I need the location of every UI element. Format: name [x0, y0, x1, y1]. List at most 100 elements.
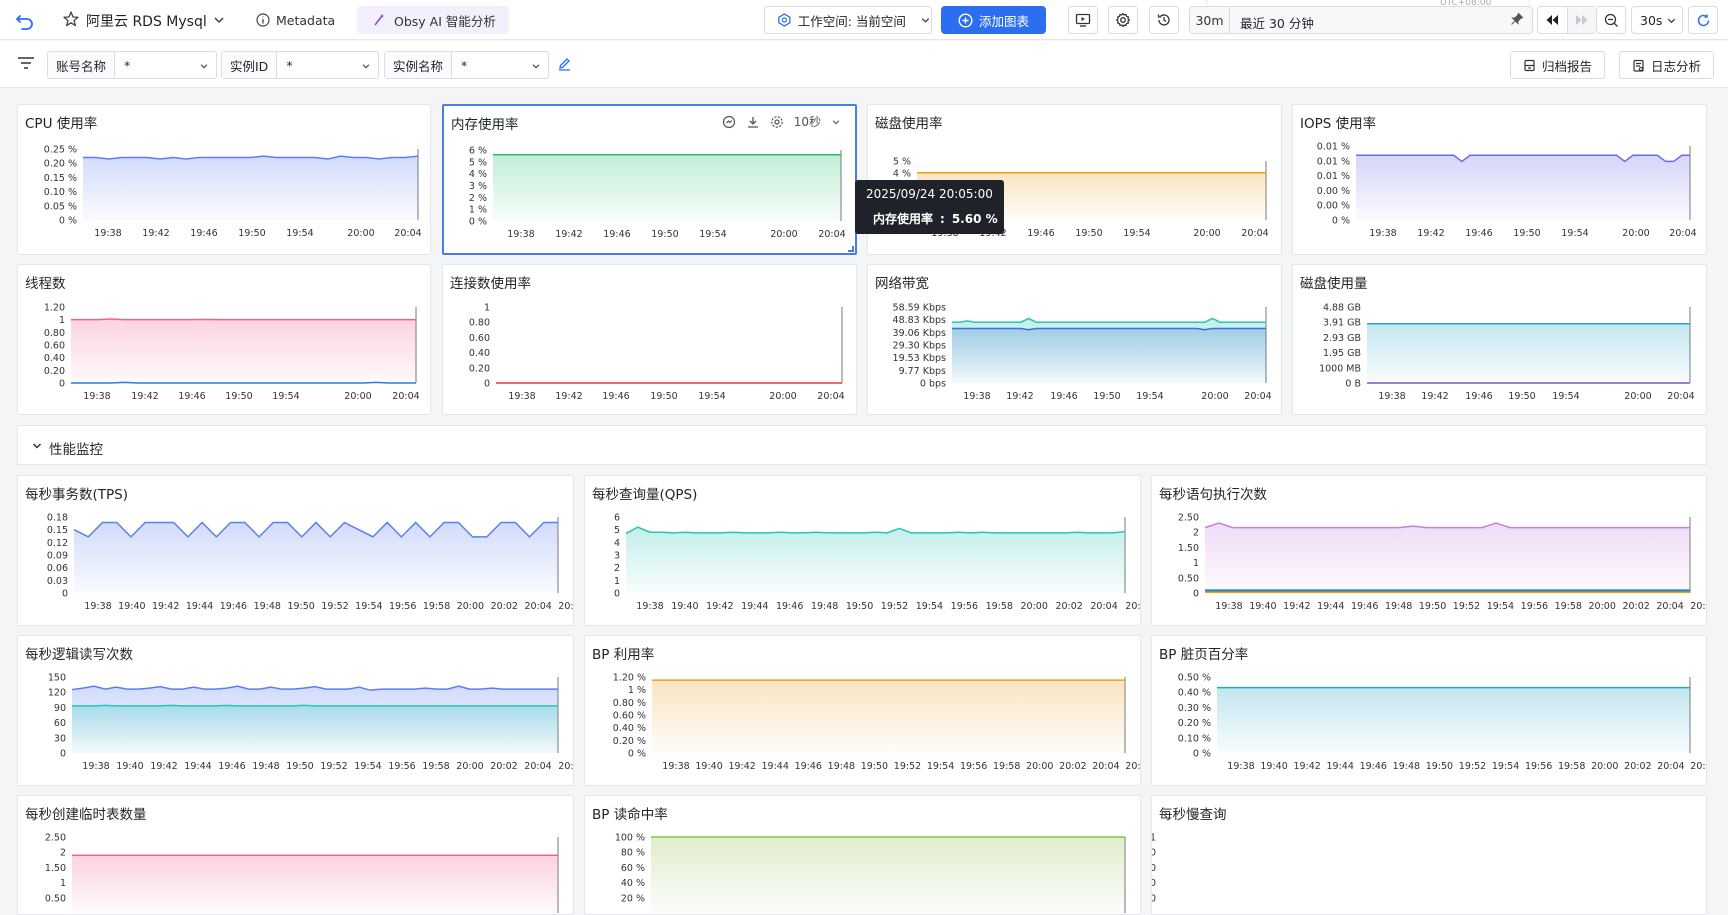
x-tick-label: 20:04: [1669, 228, 1696, 239]
x-tick-label: 19:46: [602, 391, 629, 402]
filter-value[interactable]: *: [452, 52, 548, 78]
x-tick-label: 19:38: [84, 601, 111, 612]
settings-button[interactable]: [1108, 6, 1138, 34]
archive-report-button[interactable]: 归档报告: [1510, 51, 1606, 79]
chart-panel-cpu[interactable]: CPU 使用率 0.25 % 0.20 % 0.15 % 0.10 % 0.05 % 0 %…: [17, 104, 431, 255]
x-tick-label: 20:04: [394, 228, 421, 239]
refresh-interval-select[interactable]: 30s: [1631, 6, 1683, 34]
x-tick-label: 20:06: [1690, 601, 1707, 612]
x-tick-label: 19:46: [603, 229, 630, 240]
back-icon[interactable]: [14, 9, 36, 31]
series-area: [652, 680, 1125, 753]
y-tick-label: 3 %: [469, 181, 487, 192]
chevron-down-icon[interactable]: [831, 117, 841, 127]
x-tick-label: 19:50: [1075, 228, 1102, 239]
dashboard-title[interactable]: 阿里云 RDS Mysql: [86, 11, 207, 31]
chart-panel-bputil[interactable]: BP 利用率 1.20 % 1 % 0.80 % 0.60 % 0.40 % 0.20 % 0…: [584, 635, 1141, 786]
chart-panel-qps[interactable]: 每秒查询量(QPS) 6 5 4 3 2 1 0 19:38 19:40 19:42 19:44 19:…: [584, 475, 1141, 626]
series-line[interactable]: [1204, 522, 1690, 529]
y-tick-label: 150: [48, 673, 66, 684]
x-tick-label: 20:04: [1241, 228, 1268, 239]
x-tick-label: 19:46: [218, 761, 245, 772]
gear-icon[interactable]: [770, 115, 784, 129]
filter-instance-id[interactable]: 实例ID *: [221, 51, 379, 79]
resize-handle[interactable]: [848, 246, 854, 252]
star-icon[interactable]: [62, 10, 80, 28]
filter-icon[interactable]: [17, 55, 35, 71]
time-range-picker[interactable]: 30m 最近 30 分钟: [1189, 6, 1533, 34]
analyze-icon[interactable]: [722, 115, 736, 129]
x-tick-label: 20:00: [456, 761, 483, 772]
series-area: [493, 154, 841, 221]
x-tick-label: 19:48: [252, 761, 279, 772]
chart-panel-slow[interactable]: 每秒慢查询10.800.600.400.2019:3819:4019:4219:…: [1151, 795, 1707, 915]
y-tick-label: 6: [614, 513, 620, 524]
series-line[interactable]: [72, 704, 558, 707]
refresh-button[interactable]: [1688, 6, 1718, 34]
filter-value[interactable]: *: [277, 52, 378, 78]
filter-value[interactable]: *: [115, 52, 216, 78]
pin-icon[interactable]: [1510, 12, 1524, 26]
y-tick-label: 0.20: [1152, 893, 1156, 904]
present-button[interactable]: [1068, 6, 1098, 34]
series-line[interactable]: [625, 526, 1126, 535]
x-tick-label: 19:42: [152, 601, 179, 612]
chart-panel-tmptable[interactable]: 每秒创建临时表数量2.5021.5010.5019:3819:4019:4219…: [17, 795, 574, 915]
fast-forward-button[interactable]: [1566, 7, 1596, 33]
x-tick-label: 20:04: [817, 391, 844, 402]
history-button[interactable]: [1149, 6, 1179, 34]
edit-icon[interactable]: [557, 56, 572, 71]
x-tick-label: 20:00: [1589, 601, 1616, 612]
filter-account-name[interactable]: 账号名称 *: [47, 51, 217, 79]
rewind-button[interactable]: [1538, 7, 1567, 33]
y-tick-label: 0.03: [47, 576, 68, 587]
add-chart-button[interactable]: 添加图表: [941, 6, 1046, 34]
x-tick-label: 19:44: [186, 601, 213, 612]
x-tick-label: 19:50: [651, 229, 678, 240]
chart-panel-diskused[interactable]: 磁盘使用量 4.88 GB 3.91 GB 2.93 GB 1.95 GB 1000 MB…: [1292, 264, 1707, 415]
x-tick-label: 19:50: [1513, 228, 1540, 239]
chart-panel-threads[interactable]: 线程数 1.20 1 0.80 0.60 0.40 0.20 0 19:38 19:42 19:46…: [17, 264, 431, 415]
chart-panel-stmt[interactable]: 每秒语句执行次数 2.50 2 1.50 1 0.50 0 19:38 19:40 19:42 19…: [1151, 475, 1707, 626]
x-tick-label: 19:42: [150, 761, 177, 772]
x-tick-label: 19:38: [82, 761, 109, 772]
download-icon[interactable]: [746, 115, 760, 129]
x-tick-label: 19:58: [1558, 761, 1585, 772]
y-tick-label: 2.50: [1178, 513, 1199, 524]
x-tick-label: 20:00: [457, 601, 484, 612]
metadata-button[interactable]: Metadata: [246, 6, 345, 34]
chart-panel-net[interactable]: 网络带宽 58.59 Kbps 48.83 Kbps 39.06 Kbps 29.30 …: [867, 264, 1282, 415]
chart-panel-logic[interactable]: 每秒逻辑读写次数 150 120 90 60 30 0 19:38 19:40 19:42 19:4…: [17, 635, 574, 786]
chart-panel-mem[interactable]: 内存使用率 6 % 5 % 4 % 3 % 2 % 1 % 0 % 19:38 19:42 19:4…: [442, 104, 857, 255]
y-tick-label: 1.20: [44, 303, 65, 314]
chart-panel-conn[interactable]: 连接数使用率 1 0.80 0.60 0.40 0.20 0 19:38 19:42 19:46 1…: [442, 264, 857, 415]
chart-panel-bpdirty[interactable]: BP 脏页百分率 0.50 % 0.40 % 0.30 % 0.20 % 0.10 % 0 …: [1151, 635, 1707, 786]
y-tick-label: 1000 MB: [1319, 363, 1361, 374]
y-tick-label: 0.05 %: [44, 201, 77, 212]
x-tick-label: 20:04: [818, 229, 845, 240]
panel-interval-select[interactable]: 10秒: [794, 113, 821, 130]
x-tick-label: 19:52: [321, 601, 348, 612]
chart-panel-iops[interactable]: IOPS 使用率 0.01 % 0.01 % 0.01 % 0.00 % 0.00 % 0 …: [1292, 104, 1707, 255]
series-line[interactable]: [71, 381, 416, 384]
series-line[interactable]: [952, 317, 1266, 323]
gear-icon: [1116, 12, 1130, 28]
log-analysis-button[interactable]: 日志分析: [1619, 51, 1715, 79]
y-tick-label: 0.40 %: [613, 723, 646, 734]
chart-panel-tps[interactable]: 每秒事务数(TPS) 0.18 0.15 0.12 0.09 0.06 0.03 0 19:38…: [17, 475, 574, 626]
obsy-ai-button[interactable]: Obsy AI 智能分析: [357, 6, 509, 34]
x-tick-label: 19:40: [695, 761, 722, 772]
chevron-down-icon[interactable]: [212, 13, 226, 27]
y-tick-label: 4 %: [469, 169, 487, 180]
workspace-select[interactable]: 工作空间: 当前空间: [764, 6, 932, 34]
series-line[interactable]: [71, 318, 416, 321]
x-tick-label: 19:40: [118, 601, 145, 612]
x-tick-label: 19:42: [1293, 761, 1320, 772]
y-tick-label: 120: [48, 688, 66, 699]
chart-panel-bphit[interactable]: BP 读命中率100 %80 %60 %40 %20 %19:3819:4019…: [584, 795, 1141, 915]
magic-wand-icon: [374, 14, 384, 26]
chevron-down-icon[interactable]: [31, 440, 43, 452]
filter-instance-name[interactable]: 实例名称 *: [384, 51, 549, 79]
zoom-out-button[interactable]: [1596, 6, 1626, 34]
section-performance[interactable]: 性能监控: [17, 425, 1707, 465]
